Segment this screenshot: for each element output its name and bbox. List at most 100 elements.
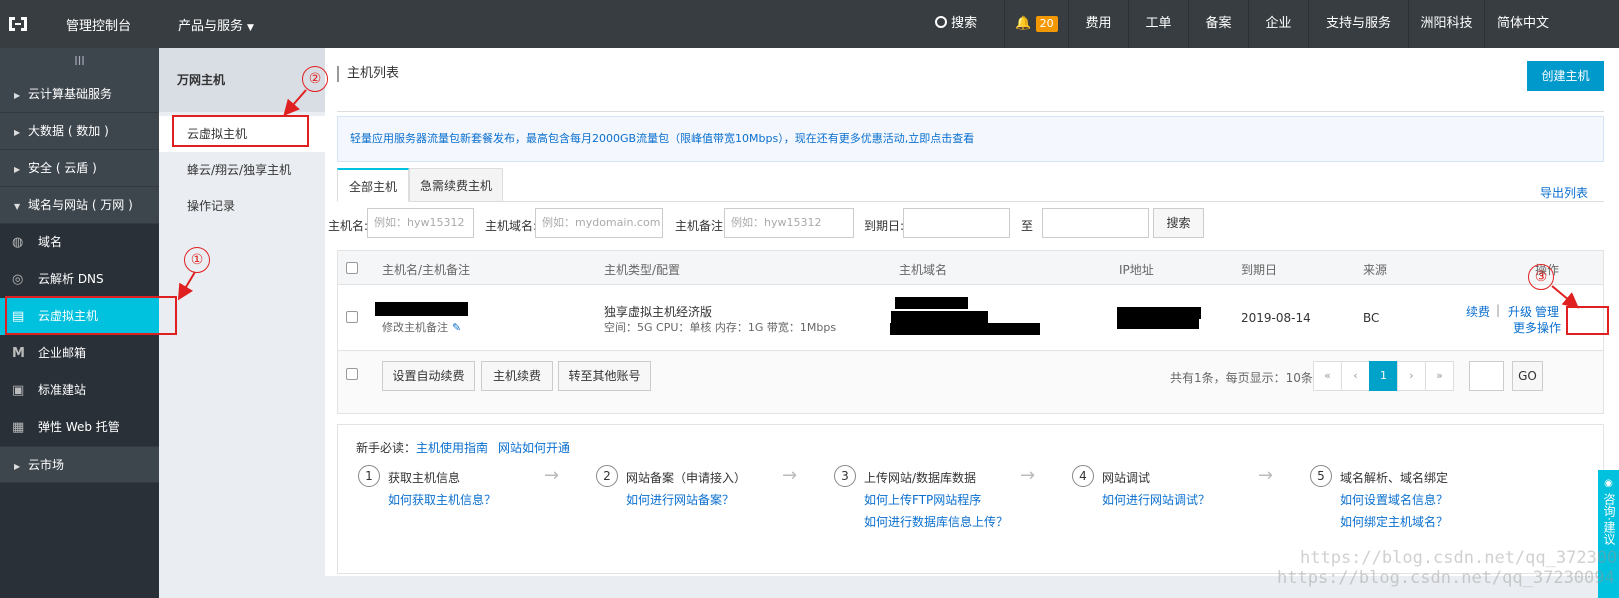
- subnav-item-log[interactable]: 操作记录: [159, 188, 325, 224]
- page-title: 主机列表: [337, 66, 399, 82]
- products-menu[interactable]: 产品与服务 ▼: [178, 15, 254, 34]
- nav-cat-security[interactable]: ▶ 安全 ( 云盾 ): [0, 150, 159, 187]
- step-link[interactable]: 如何进行网站备案？: [626, 491, 734, 508]
- page-last-button[interactable]: »: [1425, 361, 1454, 391]
- step-title: 域名解析、域名绑定: [1340, 471, 1449, 485]
- step-link[interactable]: 如何获取主机信息？: [388, 491, 496, 508]
- host-renew-button[interactable]: 主机续费: [481, 361, 553, 391]
- upgrade-link[interactable]: 升级: [1508, 303, 1532, 320]
- notification-button[interactable]: 🔔 20: [1004, 0, 1068, 48]
- page-first-button[interactable]: «: [1313, 361, 1342, 391]
- step-number: 4: [1072, 465, 1094, 487]
- nav-item-hosting[interactable]: ▦ 弹性 Web 托管: [0, 409, 159, 446]
- topbar-item-enterprise[interactable]: 企业: [1248, 0, 1308, 48]
- select-all-checkbox[interactable]: [346, 262, 358, 274]
- step-number: 5: [1310, 465, 1332, 487]
- th-source: 来源: [1363, 263, 1388, 277]
- nav-item-label: 云解析 DNS: [38, 272, 104, 286]
- more-actions-link[interactable]: 更多操作: [1513, 319, 1561, 336]
- caret-right-icon: ▶: [14, 462, 21, 471]
- tab-all-hosts[interactable]: 全部主机: [337, 168, 409, 202]
- filter-search-button[interactable]: 搜索: [1153, 208, 1204, 238]
- host-name-input[interactable]: 例如：hyw15312: [367, 208, 474, 238]
- nav-cat-label: 云计算基础服务: [28, 87, 113, 101]
- topbar-item-account[interactable]: 洲阳科技: [1408, 0, 1484, 48]
- step-number: 1: [358, 465, 380, 487]
- step-link[interactable]: 如何进行网站调试？: [1102, 491, 1210, 508]
- nav-item-site[interactable]: ▣ 标准建站: [0, 372, 159, 409]
- export-list-link[interactable]: 导出列表: [1540, 184, 1588, 201]
- pagination-summary: 共有1条，每页显示：10条: [1170, 371, 1313, 385]
- topbar-item-language[interactable]: 简体中文: [1484, 0, 1619, 48]
- expire-start-input[interactable]: [903, 208, 1010, 238]
- page-next-button[interactable]: ›: [1397, 361, 1426, 391]
- promo-notice[interactable]: 轻量应用服务器流量包新套餐发布，最高包含每月2000GB流量包（限峰值带宽10M…: [337, 116, 1604, 162]
- page-prev-button[interactable]: ‹: [1341, 361, 1370, 391]
- nav-item-domain[interactable]: ◍ 域名: [0, 224, 159, 261]
- aliyun-logo-icon[interactable]: [6, 12, 30, 36]
- step-link[interactable]: 如何设置域名信息？: [1340, 491, 1448, 508]
- host-config: 空间：5G CPU：单核 内存：1G 带宽：1Mbps: [604, 321, 837, 334]
- subnav-title: 万网主机: [159, 48, 325, 112]
- expire-date: 2019-08-14: [1241, 311, 1311, 325]
- step-link[interactable]: 如何绑定主机域名？: [1340, 513, 1448, 530]
- nav-cat-label: 域名与网站 ( 万网 ): [28, 198, 133, 212]
- edit-remark-link[interactable]: 修改主机备注 ✎: [382, 319, 461, 335]
- page-1-button[interactable]: 1: [1369, 361, 1398, 391]
- page-jump-input[interactable]: [1469, 361, 1504, 391]
- search-button[interactable]: 搜索: [925, 0, 987, 48]
- create-host-button[interactable]: 创建主机: [1527, 61, 1604, 91]
- th-host-name: 主机名/主机备注: [382, 263, 471, 277]
- nav-collapse-toggle[interactable]: III: [0, 48, 159, 76]
- globe-icon: ◍: [12, 235, 24, 250]
- annotation-box: [172, 115, 309, 147]
- filter-remark-label: 主机备注:: [675, 219, 728, 233]
- host-domain-input[interactable]: 例如：mydomain.com: [535, 208, 663, 238]
- filter-expire-label: 到期日:: [864, 219, 905, 233]
- nav-cat-cloud[interactable]: ▶ 云计算基础服务: [0, 76, 159, 113]
- topbar-item-ticket[interactable]: 工单: [1128, 0, 1188, 48]
- arrow-right-icon: →: [1258, 465, 1274, 486]
- annotation-circle-2: ②: [302, 66, 328, 92]
- nav-item-mail[interactable]: M 企业邮箱: [0, 335, 159, 372]
- footer-select-all-checkbox[interactable]: [346, 368, 358, 380]
- expire-end-input[interactable]: [1042, 208, 1149, 238]
- table-footer: 设置自动续费 主机续费 转至其他账号 共有1条，每页显示：10条 « ‹ 1 ›…: [338, 351, 1603, 413]
- page-go-button[interactable]: GO: [1512, 361, 1543, 391]
- row-checkbox[interactable]: [346, 311, 358, 323]
- th-expire: 到期日: [1241, 263, 1278, 277]
- topbar-item-support[interactable]: 支持与服务: [1308, 0, 1408, 48]
- host-guide-link[interactable]: 主机使用指南: [416, 441, 488, 455]
- topbar-item-fee[interactable]: 费用: [1068, 0, 1128, 48]
- nav-cat-bigdata[interactable]: ▶ 大数据 ( 数加 ): [0, 113, 159, 150]
- subnav-item-dedicated[interactable]: 蜂云/翔云/独享主机: [159, 152, 325, 188]
- filter-domain-label: 主机域名:: [485, 219, 538, 233]
- nav-cat-market[interactable]: ▶ 云市场: [0, 446, 159, 483]
- console-link[interactable]: 管理控制台: [66, 15, 131, 34]
- step-title: 上传网站/数据库数据: [864, 471, 977, 485]
- feedback-label: 咨询·建议: [1602, 493, 1616, 545]
- watermark-text: https://blog.csdn.net/qq_3723009: [1300, 548, 1619, 568]
- auto-renew-button[interactable]: 设置自动续费: [382, 361, 475, 391]
- tab-renew-hosts[interactable]: 急需续费主机: [409, 168, 503, 202]
- renew-link[interactable]: 续费: [1466, 303, 1490, 320]
- redacted-domain: [891, 311, 988, 323]
- table-row: 修改主机备注 ✎ 独享虚拟主机经济版 空间：5G CPU：单核 内存：1G 带宽：…: [338, 285, 1603, 351]
- filter-bar: 主机名: 例如：hyw15312 主机域名: 例如：mydomain.com 主…: [325, 207, 1619, 243]
- watermark-text: https://blog.csdn.net/qq_37230094: [1277, 568, 1615, 588]
- site-open-link[interactable]: 网站如何开通: [498, 441, 570, 455]
- topbar-item-beian[interactable]: 备案: [1188, 0, 1248, 48]
- annotation-circle-1: ①: [184, 247, 210, 273]
- notification-badge: 20: [1035, 16, 1058, 32]
- nav-item-dns[interactable]: ◎ 云解析 DNS: [0, 261, 159, 298]
- table-header: 主机名/主机备注 主机类型/配置 主机域名 IP地址 到期日 来源 操作: [338, 251, 1603, 285]
- step-link[interactable]: 如何进行数据库信息上传？: [864, 513, 1008, 530]
- annotation-box: [1566, 306, 1609, 335]
- transfer-account-button[interactable]: 转至其他账号: [558, 361, 651, 391]
- step-link[interactable]: 如何上传FTP网站程序: [864, 491, 981, 508]
- nav-item-label: 标准建站: [38, 383, 87, 397]
- manage-link[interactable]: 管理: [1535, 303, 1559, 320]
- nav-cat-domain[interactable]: ▼ 域名与网站 ( 万网 ): [0, 187, 159, 224]
- host-remark-input[interactable]: 例如：hyw15312: [724, 208, 854, 238]
- redacted-ip: [1117, 307, 1201, 319]
